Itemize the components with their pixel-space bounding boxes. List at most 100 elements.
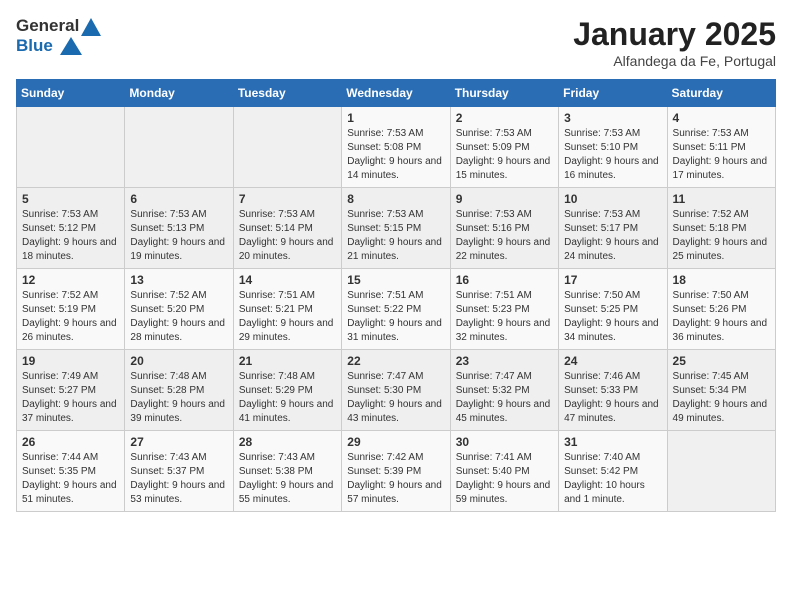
daylight-text: Daylight: 9 hours and 43 minutes. (347, 399, 442, 424)
day-info: Sunrise: 7:40 AM Sunset: 5:42 PM Dayligh… (564, 451, 661, 507)
sunset-text: Sunset: 5:15 PM (347, 223, 421, 234)
daylight-text: Daylight: 9 hours and 51 minutes. (22, 480, 117, 505)
day-info: Sunrise: 7:51 AM Sunset: 5:23 PM Dayligh… (456, 289, 553, 345)
sunset-text: Sunset: 5:39 PM (347, 466, 421, 477)
day-info: Sunrise: 7:53 AM Sunset: 5:10 PM Dayligh… (564, 127, 661, 183)
daylight-text: Daylight: 9 hours and 53 minutes. (130, 480, 225, 505)
day-info: Sunrise: 7:52 AM Sunset: 5:20 PM Dayligh… (130, 289, 227, 345)
daylight-text: Daylight: 9 hours and 28 minutes. (130, 318, 225, 343)
daylight-text: Daylight: 9 hours and 26 minutes. (22, 318, 117, 343)
sunrise-text: Sunrise: 7:53 AM (347, 128, 423, 139)
sunrise-text: Sunrise: 7:53 AM (22, 209, 98, 220)
daylight-text: Daylight: 9 hours and 39 minutes. (130, 399, 225, 424)
sunrise-text: Sunrise: 7:44 AM (22, 452, 98, 463)
calendar-cell (17, 107, 125, 188)
calendar-cell: 8 Sunrise: 7:53 AM Sunset: 5:15 PM Dayli… (342, 188, 450, 269)
sunset-text: Sunset: 5:23 PM (456, 304, 530, 315)
day-info: Sunrise: 7:53 AM Sunset: 5:08 PM Dayligh… (347, 127, 444, 183)
sunrise-text: Sunrise: 7:45 AM (673, 371, 749, 382)
sunset-text: Sunset: 5:19 PM (22, 304, 96, 315)
sunset-text: Sunset: 5:40 PM (456, 466, 530, 477)
day-info: Sunrise: 7:50 AM Sunset: 5:25 PM Dayligh… (564, 289, 661, 345)
daylight-text: Daylight: 9 hours and 34 minutes. (564, 318, 659, 343)
daylight-text: Daylight: 9 hours and 36 minutes. (673, 318, 768, 343)
day-info: Sunrise: 7:43 AM Sunset: 5:37 PM Dayligh… (130, 451, 227, 507)
sunset-text: Sunset: 5:27 PM (22, 385, 96, 396)
calendar-cell: 16 Sunrise: 7:51 AM Sunset: 5:23 PM Dayl… (450, 269, 558, 350)
sunrise-text: Sunrise: 7:41 AM (456, 452, 532, 463)
logo-blue: Blue (16, 36, 101, 56)
calendar-cell: 13 Sunrise: 7:52 AM Sunset: 5:20 PM Dayl… (125, 269, 233, 350)
day-number: 31 (564, 435, 661, 449)
calendar-week-2: 5 Sunrise: 7:53 AM Sunset: 5:12 PM Dayli… (17, 188, 776, 269)
calendar-cell: 5 Sunrise: 7:53 AM Sunset: 5:12 PM Dayli… (17, 188, 125, 269)
sunset-text: Sunset: 5:08 PM (347, 142, 421, 153)
sunset-text: Sunset: 5:25 PM (564, 304, 638, 315)
day-info: Sunrise: 7:53 AM Sunset: 5:11 PM Dayligh… (673, 127, 770, 183)
day-info: Sunrise: 7:47 AM Sunset: 5:30 PM Dayligh… (347, 370, 444, 426)
day-info: Sunrise: 7:53 AM Sunset: 5:12 PM Dayligh… (22, 208, 119, 264)
daylight-text: Daylight: 9 hours and 21 minutes. (347, 237, 442, 262)
day-info: Sunrise: 7:53 AM Sunset: 5:16 PM Dayligh… (456, 208, 553, 264)
sunset-text: Sunset: 5:14 PM (239, 223, 313, 234)
day-number: 23 (456, 354, 553, 368)
calendar-cell: 22 Sunrise: 7:47 AM Sunset: 5:30 PM Dayl… (342, 350, 450, 431)
page-title: January 2025 (573, 16, 776, 53)
calendar-cell: 30 Sunrise: 7:41 AM Sunset: 5:40 PM Dayl… (450, 431, 558, 512)
day-number: 5 (22, 192, 119, 206)
daylight-text: Daylight: 9 hours and 49 minutes. (673, 399, 768, 424)
daylight-text: Daylight: 9 hours and 16 minutes. (564, 156, 659, 181)
day-number: 26 (22, 435, 119, 449)
sunrise-text: Sunrise: 7:53 AM (456, 209, 532, 220)
sunrise-text: Sunrise: 7:52 AM (22, 290, 98, 301)
sunrise-text: Sunrise: 7:48 AM (239, 371, 315, 382)
day-info: Sunrise: 7:53 AM Sunset: 5:14 PM Dayligh… (239, 208, 336, 264)
sunset-text: Sunset: 5:32 PM (456, 385, 530, 396)
day-number: 15 (347, 273, 444, 287)
calendar-cell: 23 Sunrise: 7:47 AM Sunset: 5:32 PM Dayl… (450, 350, 558, 431)
day-info: Sunrise: 7:51 AM Sunset: 5:22 PM Dayligh… (347, 289, 444, 345)
calendar-table: SundayMondayTuesdayWednesdayThursdayFrid… (16, 79, 776, 512)
calendar-week-3: 12 Sunrise: 7:52 AM Sunset: 5:19 PM Dayl… (17, 269, 776, 350)
daylight-text: Daylight: 9 hours and 31 minutes. (347, 318, 442, 343)
sunset-text: Sunset: 5:12 PM (22, 223, 96, 234)
calendar-cell: 31 Sunrise: 7:40 AM Sunset: 5:42 PM Dayl… (559, 431, 667, 512)
daylight-text: Daylight: 9 hours and 41 minutes. (239, 399, 334, 424)
day-info: Sunrise: 7:48 AM Sunset: 5:29 PM Dayligh… (239, 370, 336, 426)
logo-general: General (16, 16, 101, 36)
calendar-cell (667, 431, 775, 512)
day-number: 18 (673, 273, 770, 287)
day-number: 19 (22, 354, 119, 368)
sunrise-text: Sunrise: 7:40 AM (564, 452, 640, 463)
weekday-thursday: Thursday (450, 80, 558, 107)
sunset-text: Sunset: 5:16 PM (456, 223, 530, 234)
calendar-cell: 11 Sunrise: 7:52 AM Sunset: 5:18 PM Dayl… (667, 188, 775, 269)
sunrise-text: Sunrise: 7:53 AM (564, 128, 640, 139)
calendar-cell (233, 107, 341, 188)
page-subtitle: Alfandega da Fe, Portugal (573, 53, 776, 69)
page-header: General Blue January 2025 Alfandega da F… (16, 16, 776, 69)
day-number: 1 (347, 111, 444, 125)
calendar-cell: 6 Sunrise: 7:53 AM Sunset: 5:13 PM Dayli… (125, 188, 233, 269)
weekday-wednesday: Wednesday (342, 80, 450, 107)
sunset-text: Sunset: 5:35 PM (22, 466, 96, 477)
calendar-cell: 28 Sunrise: 7:43 AM Sunset: 5:38 PM Dayl… (233, 431, 341, 512)
day-number: 3 (564, 111, 661, 125)
day-number: 16 (456, 273, 553, 287)
day-number: 2 (456, 111, 553, 125)
sunset-text: Sunset: 5:10 PM (564, 142, 638, 153)
sunrise-text: Sunrise: 7:51 AM (347, 290, 423, 301)
day-number: 28 (239, 435, 336, 449)
day-info: Sunrise: 7:42 AM Sunset: 5:39 PM Dayligh… (347, 451, 444, 507)
day-info: Sunrise: 7:48 AM Sunset: 5:28 PM Dayligh… (130, 370, 227, 426)
sunset-text: Sunset: 5:11 PM (673, 142, 746, 153)
day-number: 10 (564, 192, 661, 206)
sunrise-text: Sunrise: 7:53 AM (130, 209, 206, 220)
day-number: 9 (456, 192, 553, 206)
day-info: Sunrise: 7:46 AM Sunset: 5:33 PM Dayligh… (564, 370, 661, 426)
day-number: 22 (347, 354, 444, 368)
calendar-cell: 26 Sunrise: 7:44 AM Sunset: 5:35 PM Dayl… (17, 431, 125, 512)
daylight-text: Daylight: 9 hours and 57 minutes. (347, 480, 442, 505)
sunset-text: Sunset: 5:17 PM (564, 223, 638, 234)
sunrise-text: Sunrise: 7:53 AM (456, 128, 532, 139)
